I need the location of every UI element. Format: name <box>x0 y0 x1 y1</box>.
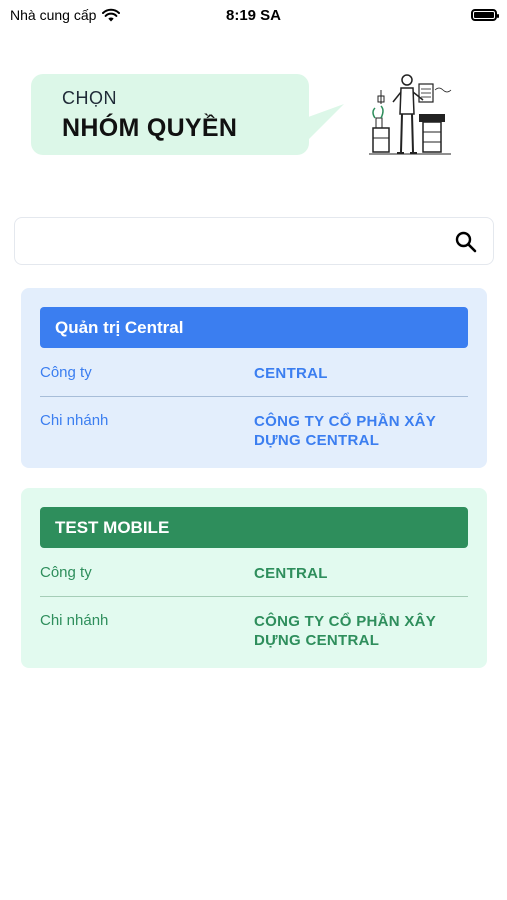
branch-label: Chi nhánh <box>40 612 109 629</box>
battery-icon <box>471 9 499 21</box>
branch-value: CÔNG TY CỔ PHẦN XÂY DỰNG CENTRAL <box>254 613 436 649</box>
company-value: CENTRAL <box>254 365 328 382</box>
group-name[interactable]: TEST MOBILE <box>40 507 468 548</box>
group-card[interactable]: TEST MOBILE Công ty CENTRAL Chi nhánh CÔ… <box>21 488 487 668</box>
branch-value: CÔNG TY CỔ PHẦN XÂY DỰNG CENTRAL <box>254 413 436 449</box>
header-bubble: CHỌN NHÓM QUYỀN <box>31 74 309 155</box>
header-subtitle: CHỌN <box>62 88 117 108</box>
search-bar[interactable] <box>14 217 494 265</box>
company-value: CENTRAL <box>254 565 328 582</box>
status-left: Nhà cung cấp <box>10 7 121 23</box>
group-card[interactable]: Quản trị Central Công ty CENTRAL Chi nhá… <box>21 288 487 468</box>
page-title: NHÓM QUYỀN <box>62 114 238 142</box>
search-icon[interactable] <box>454 230 478 254</box>
group-name[interactable]: Quản trị Central <box>40 307 468 348</box>
branch-label: Chi nhánh <box>40 412 109 429</box>
company-label: Công ty <box>40 564 92 581</box>
divider <box>40 596 468 597</box>
office-worker-illustration <box>369 74 452 155</box>
status-bar: Nhà cung cấp 8:19 SA <box>0 0 507 30</box>
divider <box>40 396 468 397</box>
carrier-label: Nhà cung cấp <box>10 7 97 23</box>
company-label: Công ty <box>40 364 92 381</box>
search-input[interactable] <box>27 226 451 258</box>
wifi-icon <box>102 8 121 22</box>
